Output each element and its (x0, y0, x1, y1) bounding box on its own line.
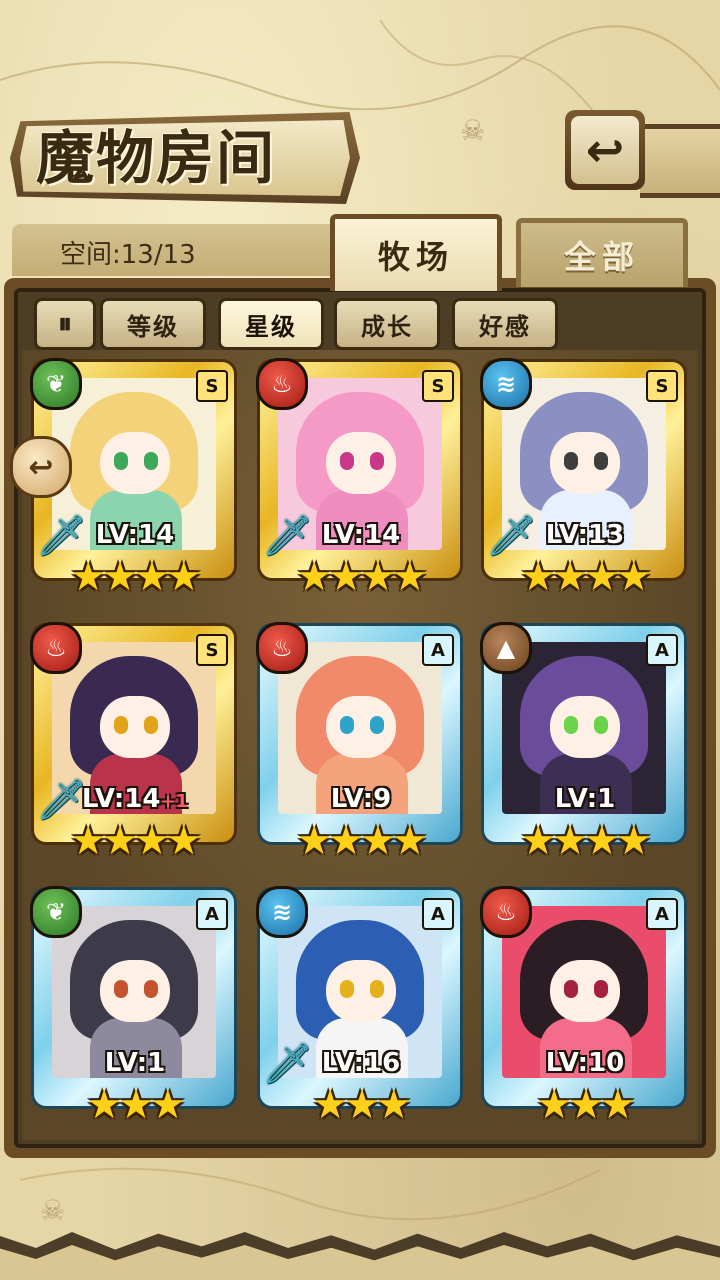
level-value: LV:14 (95, 520, 175, 550)
level-value: LV:16 (321, 1048, 401, 1078)
sort-level-button[interactable]: 等级 (100, 298, 206, 350)
portrait-face (550, 696, 620, 758)
portrait-eye (594, 716, 608, 734)
rank-badge: A (196, 898, 228, 930)
level-value: LV:13 (545, 520, 625, 550)
page-title: 魔物房间 (36, 124, 277, 192)
portrait-face (550, 432, 620, 494)
portrait-eye (370, 980, 384, 998)
portrait-face (326, 960, 396, 1022)
portrait-eye (144, 716, 158, 734)
sort-star-button[interactable]: 星级 (218, 298, 324, 350)
rank-badge: A (422, 634, 454, 666)
portrait-eye (564, 716, 578, 734)
star-rating: ★★★★ (70, 554, 201, 600)
portrait-eye (340, 452, 354, 470)
level-value: LV:14 (81, 784, 161, 814)
portrait-eye (594, 980, 608, 998)
portrait-eye (564, 452, 578, 470)
star-rating: ★★★★ (70, 818, 201, 864)
monster-card[interactable]: ♨ S 🗡 LV:14+1 ★★★★ (30, 620, 238, 870)
level-label: LV:14 (70, 520, 200, 550)
back-arrow-icon: ↩ (571, 116, 639, 184)
rank-badge: A (646, 634, 678, 666)
star-rating: ★★★ (312, 1082, 412, 1128)
fire-element-icon: ♨ (480, 886, 532, 938)
level-value: LV:1 (104, 1048, 166, 1078)
rank-badge: A (646, 898, 678, 930)
rank-badge: S (196, 634, 228, 666)
portrait-eye (370, 452, 384, 470)
water-element-icon: ≋ (256, 886, 308, 938)
level-label: LV:1 (70, 1048, 200, 1078)
monster-card[interactable]: ❦ A LV:1 ★★★ (30, 884, 238, 1134)
level-value: LV:14 (321, 520, 401, 550)
fire-element-icon: ♨ (256, 622, 308, 674)
portrait-face (326, 432, 396, 494)
star-rating: ★★★★ (296, 818, 427, 864)
portrait-eye (370, 716, 384, 734)
level-plus: +1 (160, 791, 189, 812)
portrait-eye (564, 980, 578, 998)
monster-card[interactable]: ▲ A LV:1 ★★★★ (480, 620, 688, 870)
monster-card[interactable]: ≋ A 🗡 LV:16 ★★★ (256, 884, 464, 1134)
portrait-eye (594, 452, 608, 470)
rank-badge: S (646, 370, 678, 402)
level-label: LV:9 (296, 784, 426, 814)
portrait-eye (144, 452, 158, 470)
level-label: LV:14 (296, 520, 426, 550)
earth-element-icon: ▲ (480, 622, 532, 674)
sort-order-toggle-icon[interactable]: ⏸ (34, 298, 96, 350)
tab-all[interactable]: 全部 (516, 218, 688, 287)
water-element-icon: ≋ (480, 358, 532, 410)
portrait-eye (340, 716, 354, 734)
monster-card[interactable]: ♨ A LV:10 ★★★ (480, 884, 688, 1134)
portrait-eye (144, 980, 158, 998)
star-rating: ★★★★ (520, 554, 651, 600)
portrait-eye (114, 452, 128, 470)
back-button-tail (640, 124, 720, 198)
star-rating: ★★★ (536, 1082, 636, 1128)
svg-text:☠: ☠ (460, 114, 485, 147)
level-label: LV:1 (520, 784, 650, 814)
portrait-face (326, 696, 396, 758)
monster-card[interactable]: ≋ S 🗡 LV:13 ★★★★ (480, 356, 688, 606)
star-rating: ★★★★ (520, 818, 651, 864)
space-count: 空间:13/13 (60, 240, 196, 270)
rank-badge: S (196, 370, 228, 402)
portrait-eye (340, 980, 354, 998)
level-label: LV:16 (296, 1048, 426, 1078)
tab-ranch[interactable]: 牧场 (330, 214, 502, 291)
leaf-element-icon: ❦ (30, 358, 82, 410)
portrait-face (100, 432, 170, 494)
monster-card[interactable]: ♨ A LV:9 ★★★★ (256, 620, 464, 870)
portrait-face (550, 960, 620, 1022)
star-rating: ★★★★ (296, 554, 427, 600)
level-value: LV:9 (330, 784, 392, 814)
side-arrow-icon[interactable]: ↩ (10, 436, 72, 498)
rank-badge: S (422, 370, 454, 402)
fire-element-icon: ♨ (256, 358, 308, 410)
portrait-face (100, 960, 170, 1022)
svg-text:☠: ☠ (40, 1194, 65, 1227)
level-value: LV:1 (554, 784, 616, 814)
level-label: LV:13 (520, 520, 650, 550)
back-button[interactable]: ↩ (565, 110, 645, 190)
star-rating: ★★★ (86, 1082, 186, 1128)
portrait-eye (114, 716, 128, 734)
portrait-eye (114, 980, 128, 998)
leaf-element-icon: ❦ (30, 886, 82, 938)
level-label: LV:10 (520, 1048, 650, 1078)
fire-element-icon: ♨ (30, 622, 82, 674)
level-value: LV:10 (545, 1048, 625, 1078)
level-label: LV:14+1 (70, 784, 200, 814)
sort-growth-button[interactable]: 成长 (334, 298, 440, 350)
sort-affection-button[interactable]: 好感 (452, 298, 558, 350)
portrait-face (100, 696, 170, 758)
rank-badge: A (422, 898, 454, 930)
monster-card[interactable]: ♨ S 🗡 LV:14 ★★★★ (256, 356, 464, 606)
